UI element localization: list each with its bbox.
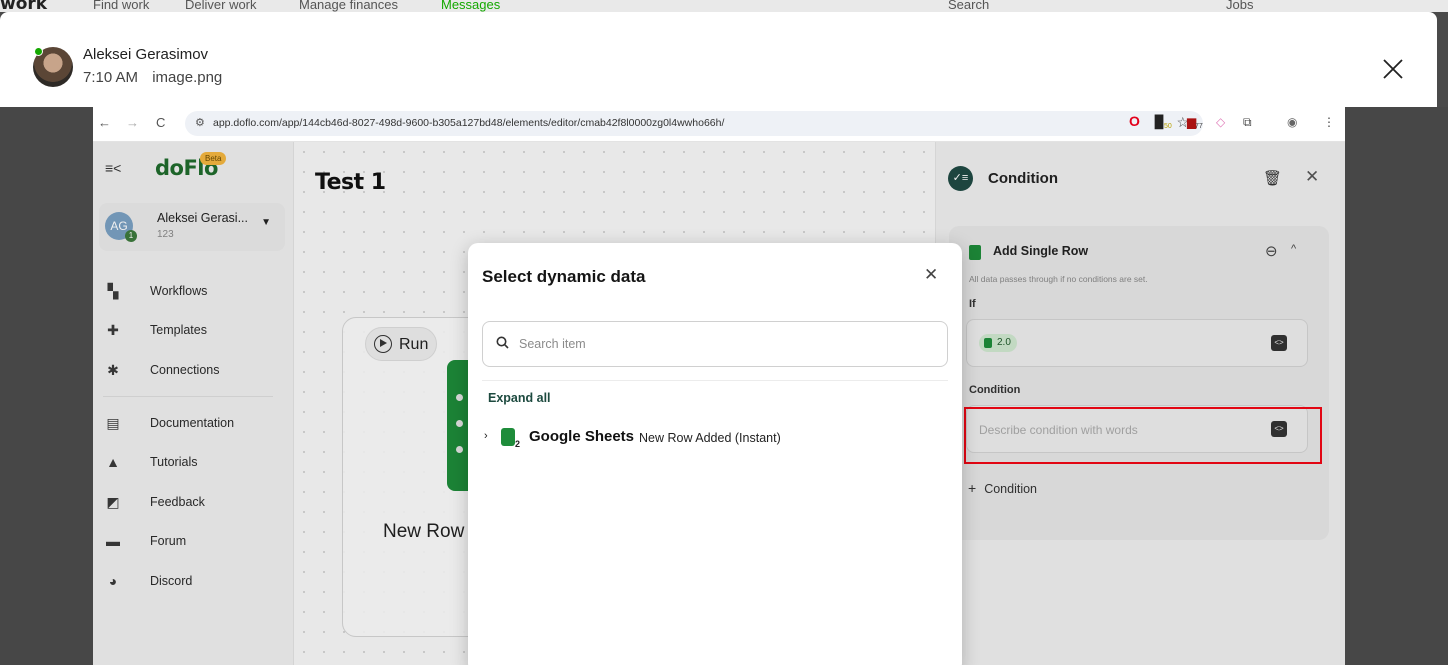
extensions-puzzle-icon[interactable]: ⧉ (1243, 115, 1252, 130)
select-dynamic-data-modal: Select dynamic data ✕ Expand all › 2 Goo… (468, 243, 962, 665)
forward-arrow-icon[interactable]: → (126, 115, 139, 130)
site-info-icon[interactable]: ⚙ (195, 116, 205, 129)
message-time: 7:10 AM (83, 69, 139, 86)
browser-menu-icon[interactable]: ⋮ (1323, 115, 1335, 129)
background-page-header: work Find work Deliver work Manage finan… (0, 0, 1448, 12)
background-search: Search (948, 0, 990, 12)
extension-badge-2: 77 (1195, 123, 1203, 130)
background-nav-manage-finances: Manage finances (299, 0, 399, 12)
modal-divider (482, 380, 948, 381)
background-overlay-left (0, 107, 93, 665)
background-nav-deliver-work: Deliver work (185, 0, 257, 12)
profile-icon[interactable]: ◉ (1287, 115, 1297, 129)
attachment-filename: image.png (152, 69, 223, 86)
source-app-name: Google Sheets (529, 428, 635, 445)
modal-title: Select dynamic data (482, 267, 646, 286)
extension-badge-1: 50 (1164, 123, 1172, 130)
opera-extension-icon[interactable]: O (1129, 113, 1140, 129)
expand-all-button[interactable]: Expand all (488, 391, 551, 405)
data-source-row[interactable]: › 2 Google Sheets New Row Added (Instant… (484, 425, 944, 451)
step-number: 2 (515, 439, 521, 449)
address-url: app.doflo.com/app/144cb46d-8027-498d-960… (213, 117, 725, 129)
background-jobs: Jobs (1226, 0, 1254, 12)
search-input[interactable] (519, 334, 919, 354)
background-nav-messages: Messages (441, 0, 501, 12)
extension-icon-3[interactable]: ◇ (1216, 115, 1225, 129)
background-nav-find-work: Find work (93, 0, 150, 12)
modal-close-icon[interactable]: ✕ (924, 265, 938, 285)
sender-name: Aleksei Gerasimov (83, 46, 209, 63)
annotation-highlight-box (964, 407, 1322, 464)
source-trigger-name: New Row Added (Instant) (639, 431, 781, 445)
google-sheets-icon (501, 428, 515, 446)
lightbox-close-icon[interactable] (1380, 56, 1406, 82)
message-meta: 7:10 AM image.png (83, 69, 232, 86)
search-box[interactable] (482, 321, 948, 367)
browser-toolbar: ← → C ⚙ app.doflo.com/app/144cb46d-8027-… (93, 107, 1345, 142)
reload-icon[interactable]: C (156, 115, 165, 130)
online-status-dot (34, 47, 43, 56)
extension-icon-1[interactable]: ▉ (1155, 115, 1164, 129)
background-logo: work (0, 0, 48, 12)
lightbox-header: Aleksei Gerasimov 7:10 AM image.png (0, 12, 1437, 107)
back-arrow-icon[interactable]: ← (98, 115, 111, 130)
attachment-image: ← → C ⚙ app.doflo.com/app/144cb46d-8027-… (93, 107, 1345, 665)
address-bar[interactable]: ⚙ app.doflo.com/app/144cb46d-8027-498d-9… (185, 111, 1203, 136)
background-overlay-right (1345, 107, 1448, 665)
search-icon (496, 336, 509, 349)
chevron-right-icon[interactable]: › (484, 430, 488, 442)
